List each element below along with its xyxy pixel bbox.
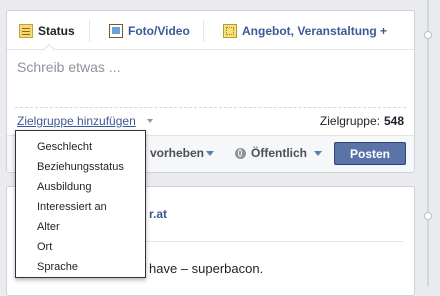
post-button[interactable]: Posten [334, 142, 406, 165]
audience-option-education[interactable]: Ausbildung [16, 177, 145, 197]
chevron-down-icon[interactable] [206, 151, 214, 156]
audience-option-relationship[interactable]: Beziehungsstatus [16, 157, 145, 177]
timeline-dot [424, 31, 432, 39]
audience-count-value: 548 [383, 114, 404, 128]
timeline-dot [424, 212, 432, 220]
tab-offer-event[interactable]: Angebot, Veranstaltung + [223, 22, 387, 40]
tab-status[interactable]: Status [19, 22, 75, 40]
timeline-line [427, 0, 429, 286]
tab-separator [89, 20, 90, 42]
tab-photo-video-label: Foto/Video [128, 24, 190, 38]
add-audience-link[interactable]: Zielgruppe hinzufügen [17, 114, 136, 128]
privacy-selector[interactable]: Öffentlich [235, 146, 307, 160]
status-icon [19, 24, 33, 38]
composer-divider [15, 107, 406, 108]
audience-option-location[interactable]: Ort [16, 237, 145, 257]
privacy-label: Öffentlich [251, 146, 307, 160]
audience-option-age[interactable]: Alter [16, 217, 145, 237]
audience-row: Zielgruppe hinzufügen Zielgruppe: 548 [17, 114, 404, 130]
composer-tabs: Status Foto/Video Angebot, Veranstaltung… [7, 11, 414, 50]
tab-status-label: Status [38, 24, 75, 38]
tab-separator [203, 20, 204, 42]
photo-icon [109, 24, 123, 38]
chevron-down-icon[interactable] [314, 151, 322, 156]
post-author-link[interactable]: r.at [149, 207, 167, 221]
tab-offer-event-label: Angebot, Veranstaltung + [242, 24, 388, 38]
status-input[interactable] [7, 50, 414, 105]
audience-dropdown: Geschlecht Beziehungsstatus Ausbildung I… [15, 130, 146, 278]
highlight-button[interactable]: vorheben [150, 146, 204, 160]
tab-photo-video[interactable]: Foto/Video [109, 22, 190, 40]
post-text: have – superbacon. [149, 261, 264, 276]
audience-option-language[interactable]: Sprache [16, 257, 145, 277]
event-icon [223, 24, 237, 38]
globe-icon [235, 147, 246, 159]
audience-option-gender[interactable]: Geschlecht [16, 137, 145, 157]
audience-label: Zielgruppe: [319, 114, 380, 128]
chevron-down-icon [147, 119, 153, 123]
audience-count: Zielgruppe: 548 [320, 114, 404, 128]
audience-option-interested-in[interactable]: Interessiert an [16, 197, 145, 217]
